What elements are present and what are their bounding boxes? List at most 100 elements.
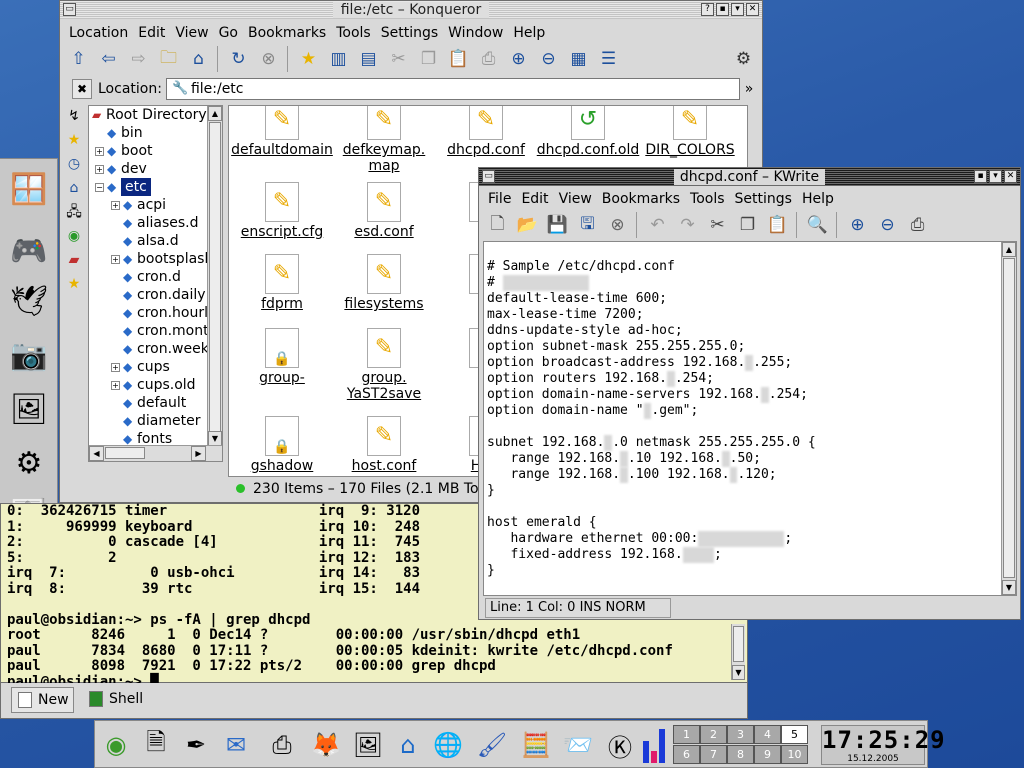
minimize-icon[interactable]: ▪ bbox=[716, 3, 729, 16]
window-menu-icon[interactable]: ▭ bbox=[63, 3, 76, 16]
menu-view[interactable]: View bbox=[170, 23, 213, 43]
copy-icon[interactable]: ❐ bbox=[414, 45, 443, 74]
home-tab-icon[interactable]: ⌂ bbox=[62, 177, 86, 200]
gimp-icon[interactable]: 🦊 bbox=[309, 727, 343, 763]
file-item[interactable]: ↺ dhcpd.conf.old bbox=[535, 106, 641, 158]
zoom-out-icon[interactable]: ⊖ bbox=[873, 211, 902, 240]
tree-item[interactable]: ◆ bin bbox=[89, 124, 222, 142]
tree-item[interactable]: + ◆ dev bbox=[89, 160, 222, 178]
tree-item[interactable]: ◆ cron.d bbox=[89, 268, 222, 286]
new-document-icon[interactable]: 🗋 bbox=[483, 211, 512, 240]
bookmark-star-icon[interactable]: ★ bbox=[294, 45, 323, 74]
tab-shell[interactable]: Shell bbox=[83, 687, 147, 713]
pager-desktop-10[interactable]: 10 bbox=[781, 745, 808, 764]
forward-arrow-icon[interactable]: ⇨ bbox=[124, 45, 153, 74]
scroll-thumb[interactable] bbox=[209, 122, 221, 432]
k-menu-icon[interactable]: ◉ bbox=[99, 727, 133, 763]
pager-desktop-2[interactable]: 2 bbox=[700, 725, 727, 744]
menu-tools[interactable]: Tools bbox=[331, 23, 376, 43]
file-item[interactable]: 🔒 gshadow bbox=[229, 416, 335, 474]
menu-go[interactable]: Go bbox=[214, 23, 243, 43]
mail-envelope-icon[interactable]: 📨 bbox=[561, 727, 595, 763]
expand-icon[interactable]: + bbox=[111, 363, 120, 372]
network-tab-icon[interactable]: 🖧 bbox=[62, 201, 86, 224]
file-item[interactable]: ✎ esd.conf bbox=[331, 182, 437, 240]
help-icon[interactable]: ? bbox=[701, 3, 714, 16]
tree-vertical-scrollbar[interactable]: ▲ ▼ bbox=[207, 106, 222, 446]
clock[interactable]: 17:25:29 15.12.2005 bbox=[821, 725, 945, 765]
history-tab-icon[interactable]: ◷ bbox=[62, 153, 86, 176]
mail-icon[interactable]: ✉ bbox=[219, 727, 253, 763]
gamepad-icon[interactable]: 🎮 bbox=[6, 229, 52, 273]
split-view-icon[interactable]: ▥ bbox=[324, 45, 353, 74]
close-icon[interactable]: ✕ bbox=[1004, 170, 1017, 183]
scroll-down-arrow[interactable]: ▼ bbox=[732, 665, 745, 680]
clear-location-icon[interactable]: ✖ bbox=[72, 79, 92, 99]
menu-edit[interactable]: Edit bbox=[516, 189, 553, 209]
tree-item[interactable]: + ◆ acpi bbox=[89, 196, 222, 214]
services-tab-icon[interactable]: ◉ bbox=[62, 225, 86, 248]
pager-desktop-8[interactable]: 8 bbox=[727, 745, 754, 764]
tree-item[interactable]: + ◆ boot bbox=[89, 142, 222, 160]
file-item[interactable]: ✎ defkeymap. map bbox=[331, 106, 437, 174]
location-input[interactable]: 🔧 file:/etc bbox=[165, 78, 740, 100]
redo-icon[interactable]: ↷ bbox=[673, 211, 702, 240]
settings-gear-icon[interactable]: ⚙ bbox=[6, 441, 52, 485]
save-icon[interactable]: 💾 bbox=[543, 211, 572, 240]
cleanup-brush-icon[interactable]: 🖌 bbox=[475, 727, 509, 763]
root-folder-tab-icon[interactable]: ▰ bbox=[62, 249, 86, 272]
pager-desktop-5[interactable]: 5 bbox=[781, 725, 808, 744]
tree-item[interactable]: + ◆ cups.old bbox=[89, 376, 222, 394]
tree-item[interactable]: ◆ cron.weekly bbox=[89, 340, 222, 358]
scroll-left-arrow[interactable]: ◀ bbox=[89, 446, 104, 461]
image-viewer-icon[interactable]: 🖼 bbox=[6, 387, 52, 431]
menu-help[interactable]: Help bbox=[797, 189, 839, 209]
paste-icon[interactable]: 📋 bbox=[444, 45, 473, 74]
print-icon[interactable]: ⎙ bbox=[474, 45, 503, 74]
tree-item[interactable]: ◆ alsa.d bbox=[89, 232, 222, 250]
maximize-icon[interactable]: ▾ bbox=[989, 170, 1002, 183]
menu-window[interactable]: Window bbox=[443, 23, 508, 43]
presentation-icon[interactable]: 🖼 bbox=[351, 727, 385, 763]
home-folder-icon[interactable]: ⌂ bbox=[391, 727, 425, 763]
file-item[interactable]: ✎ filesystems bbox=[331, 254, 437, 312]
scroll-down-arrow[interactable]: ▼ bbox=[1002, 580, 1016, 595]
up-arrow-icon[interactable]: ⇧ bbox=[64, 45, 93, 74]
pager-desktop-4[interactable]: 4 bbox=[754, 725, 781, 744]
toolbar-overflow-icon[interactable]: » bbox=[740, 81, 758, 97]
menu-bookmarks[interactable]: Bookmarks bbox=[243, 23, 331, 43]
paste-icon[interactable]: 📋 bbox=[763, 211, 792, 240]
menu-file[interactable]: File bbox=[483, 189, 516, 209]
camera-icon[interactable]: 📷 bbox=[6, 333, 52, 377]
collapse-icon[interactable]: − bbox=[95, 183, 104, 192]
menu-location[interactable]: Location bbox=[64, 23, 133, 43]
scroll-thumb[interactable] bbox=[733, 626, 744, 662]
editor-scrollbar[interactable]: ▲ ▼ bbox=[1001, 242, 1016, 595]
file-item[interactable]: ✎ group. YaST2save bbox=[331, 328, 437, 402]
menu-tools[interactable]: Tools bbox=[685, 189, 730, 209]
office-suite-icon[interactable]: 🕊 bbox=[6, 279, 52, 323]
tree-item[interactable]: ◆ diameter bbox=[89, 412, 222, 430]
terminal-scrollbar[interactable]: ▼ bbox=[731, 624, 745, 680]
home-icon[interactable]: ⌂ bbox=[184, 45, 213, 74]
pager-desktop-7[interactable]: 7 bbox=[700, 745, 727, 764]
file-item[interactable]: ✎ defaultdomain bbox=[229, 106, 335, 158]
pager-desktop-9[interactable]: 9 bbox=[754, 745, 781, 764]
file-item[interactable]: ✎ fdprm bbox=[229, 254, 335, 312]
file-item[interactable]: ✎ DIR_COLORS bbox=[637, 106, 743, 158]
calculator-icon[interactable]: 🧮 bbox=[519, 727, 553, 763]
tab-new[interactable]: New bbox=[11, 687, 74, 713]
tree-item[interactable]: ◆ cron.monthly bbox=[89, 322, 222, 340]
find-icon[interactable]: 🔍 bbox=[803, 211, 832, 240]
cut-icon[interactable]: ✂ bbox=[703, 211, 732, 240]
kwrite-titlebar[interactable]: ▭ dhcpd.conf – KWrite ▪ ▾ ✕ bbox=[479, 168, 1020, 186]
zoom-in-icon[interactable]: ⊕ bbox=[504, 45, 533, 74]
tree-root[interactable]: ▰ Root Directory bbox=[89, 106, 222, 124]
undo-icon[interactable]: ↶ bbox=[643, 211, 672, 240]
print-icon[interactable]: ⎙ bbox=[903, 211, 932, 240]
fountain-pen-icon[interactable]: ✒ bbox=[179, 727, 213, 763]
tree-item[interactable]: − ◆ etc bbox=[89, 178, 222, 196]
menu-settings[interactable]: Settings bbox=[376, 23, 443, 43]
menu-edit[interactable]: Edit bbox=[133, 23, 170, 43]
save-as-icon[interactable]: 🖫 bbox=[573, 211, 602, 240]
